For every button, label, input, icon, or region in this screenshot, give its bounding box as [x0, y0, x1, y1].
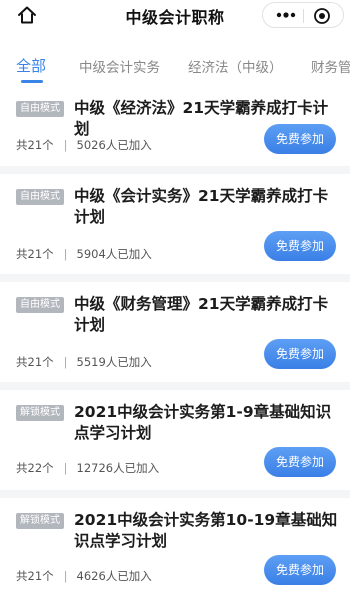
plan-title: 中级《财务管理》21天学霸养成打卡计划	[74, 295, 329, 334]
mode-badge: 解锁模式	[16, 405, 64, 421]
plan-joined: 4626人已加入	[76, 569, 152, 583]
plan-joined: 12726人已加入	[76, 461, 160, 475]
plan-count: 共21个	[16, 355, 54, 369]
plan-count: 共21个	[16, 569, 54, 583]
join-free-button[interactable]: 免费参加	[264, 124, 336, 154]
meta-separator: |	[63, 355, 68, 369]
capsule-divider	[303, 9, 304, 23]
plan-card[interactable]: 自由模式 中级《经济法》21天学霸养成打卡计划 共21个 | 5026人已加入 免费…	[0, 90, 350, 166]
join-free-button[interactable]: 免费参加	[264, 447, 336, 477]
plan-count: 共21个	[16, 138, 54, 152]
plan-card[interactable]: 解锁模式 2021中级会计实务第1-9章基础知识点学习计划 共22个 | 12726…	[0, 390, 350, 490]
tab-economic-law[interactable]: 经济法（中级）	[188, 56, 283, 76]
plan-title: 2021中级会计实务第10-19章基础知识点学习计划	[74, 511, 338, 550]
plan-count: 共22个	[16, 461, 54, 475]
plan-card[interactable]: 解锁模式 2021中级会计实务第10-19章基础知识点学习计划 共21个 | 462…	[0, 498, 350, 599]
plan-joined: 5026人已加入	[76, 138, 152, 152]
plan-title: 2021中级会计实务第1-9章基础知识点学习计划	[74, 403, 332, 442]
meta-separator: |	[63, 138, 68, 152]
plan-joined: 5519人已加入	[76, 355, 152, 369]
plan-meta: 共21个 | 5026人已加入	[16, 137, 152, 153]
join-free-button[interactable]: 免费参加	[264, 339, 336, 369]
target-close-icon[interactable]	[313, 7, 331, 25]
tab-all[interactable]: 全部	[16, 55, 46, 76]
plan-meta: 共21个 | 5904人已加入	[16, 246, 152, 262]
join-free-button[interactable]: 免费参加	[264, 231, 336, 261]
plan-count: 共21个	[16, 247, 54, 261]
plan-meta: 共21个 | 5519人已加入	[16, 354, 152, 370]
meta-separator: |	[63, 247, 68, 261]
meta-separator: |	[63, 461, 68, 475]
mode-badge: 解锁模式	[16, 513, 64, 529]
plan-meta: 共22个 | 12726人已加入	[16, 460, 159, 476]
nav-header: 中级会计职称	[0, 0, 350, 30]
plan-title: 中级《会计实务》21天学霸养成打卡计划	[74, 187, 329, 226]
more-dots-icon[interactable]	[273, 7, 299, 23]
active-tab-indicator	[21, 80, 43, 83]
meta-separator: |	[63, 569, 68, 583]
mini-program-capsule	[262, 2, 344, 28]
plan-meta: 共21个 | 4626人已加入	[16, 568, 152, 584]
mode-badge: 自由模式	[16, 189, 64, 205]
tab-financial-management[interactable]: 财务管	[311, 56, 350, 76]
plan-card[interactable]: 自由模式 中级《财务管理》21天学霸养成打卡计划 共21个 | 5519人已加入 免…	[0, 282, 350, 382]
join-free-button[interactable]: 免费参加	[264, 555, 336, 585]
plan-card[interactable]: 自由模式 中级《会计实务》21天学霸养成打卡计划 共21个 | 5904人已加入 免…	[0, 174, 350, 274]
category-tabs: 全部 中级会计实务 经济法（中级） 财务管	[0, 30, 350, 90]
mode-badge: 自由模式	[16, 101, 64, 117]
mode-badge: 自由模式	[16, 297, 64, 313]
tab-accounting-practice[interactable]: 中级会计实务	[79, 56, 160, 76]
plan-joined: 5904人已加入	[76, 247, 152, 261]
